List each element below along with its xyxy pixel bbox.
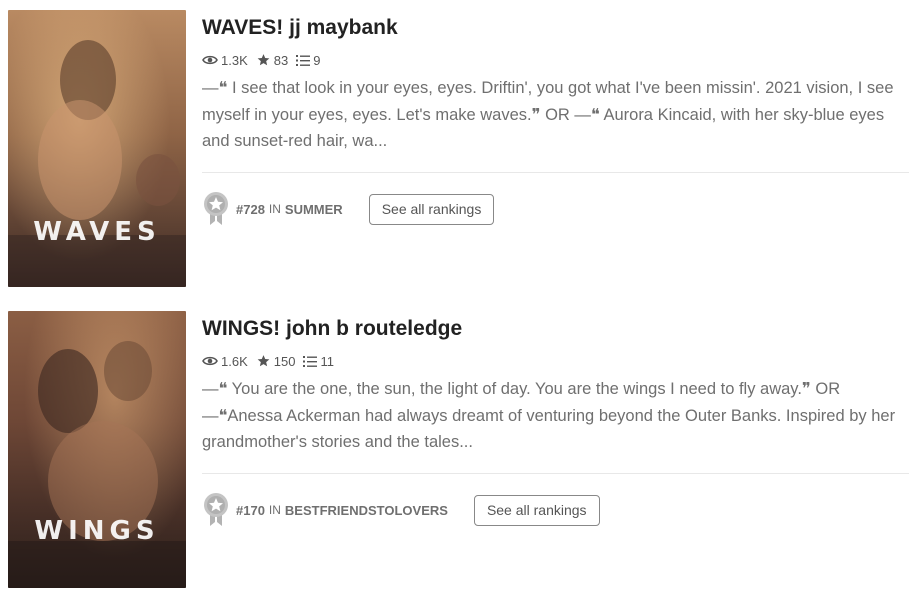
see-all-rankings-button[interactable]: See all rankings — [368, 193, 495, 225]
see-all-rankings-button[interactable]: See all rankings — [473, 494, 600, 526]
eye-icon — [202, 356, 218, 366]
parts-stat: 11 — [303, 354, 334, 369]
rank-number: #170 — [236, 502, 265, 518]
story-description: —❝ I see that look in your eyes, eyes. D… — [202, 79, 894, 150]
story-stats: 1.3K 83 9 — [202, 51, 328, 69]
rank-text: #728 IN SUMMER — [236, 202, 343, 217]
votes-stat: 150 — [256, 353, 296, 369]
rank-category[interactable]: SUMMER — [285, 202, 343, 217]
divider — [202, 473, 909, 474]
parts-count: 9 — [313, 52, 321, 68]
story-card: WAVES WAVES! jj maybank 1.3K 83 9 —❝ I s… — [0, 8, 917, 288]
story-card: WINGS WINGS! john b routeledge 1.6K 150 — [0, 309, 917, 589]
cover-artwork — [8, 341, 186, 588]
medal-icon — [204, 192, 228, 225]
votes-stat: 83 — [256, 53, 288, 68]
list-icon — [296, 54, 311, 66]
story-cover-image[interactable]: WAVES — [8, 10, 186, 287]
divider — [202, 172, 909, 173]
parts-stat: 9 — [296, 53, 320, 68]
ranking-row: #728 IN SUMMER See all rankings — [202, 191, 495, 227]
reads-stat: 1.6K — [202, 354, 248, 369]
parts-count: 11 — [320, 353, 334, 369]
rank-category[interactable]: BESTFRIENDSTOLOVERS — [285, 503, 448, 518]
list-icon — [303, 355, 318, 367]
story-title[interactable]: WAVES! jj maybank — [202, 16, 398, 40]
eye-icon — [202, 55, 218, 65]
rank-in-label: IN — [268, 202, 281, 216]
story-title[interactable]: WINGS! john b routeledge — [202, 317, 462, 341]
story-cover-image[interactable]: WINGS — [8, 311, 186, 588]
ranking-row: #170 IN BESTFRIENDSTOLOVERS See all rank… — [202, 492, 600, 528]
rank-text: #170 IN BESTFRIENDSTOLOVERS — [236, 503, 448, 518]
cover-title-text: WAVES — [33, 217, 161, 247]
votes-count: 83 — [273, 52, 289, 68]
rank-in-label: IN — [268, 503, 281, 517]
rank-number: #728 — [236, 201, 265, 217]
votes-count: 150 — [273, 353, 296, 369]
reads-stat: 1.3K — [202, 53, 248, 68]
reads-count: 1.6K — [221, 353, 248, 369]
medal-icon — [204, 493, 228, 526]
star-icon — [257, 54, 270, 66]
reads-count: 1.3K — [221, 52, 248, 68]
story-description: —❝ You are the one, the sun, the light o… — [202, 380, 896, 451]
cover-title-text: WINGS — [34, 516, 160, 546]
story-stats: 1.6K 150 11 — [202, 352, 342, 370]
star-icon — [257, 355, 270, 367]
